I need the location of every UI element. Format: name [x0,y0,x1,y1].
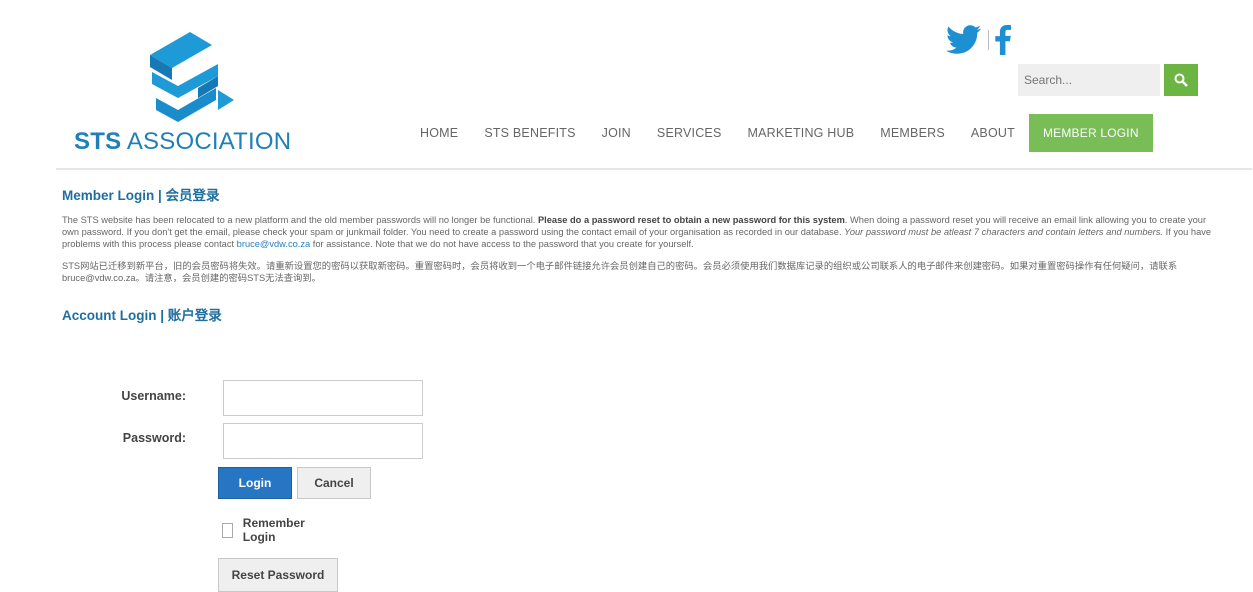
main-nav: HOME STS BENEFITS JOIN SERVICES MARKETIN… [420,114,1153,152]
remember-login-label: Remember Login [242,516,305,544]
member-login-title: Member Login | 会员登录 [62,188,220,203]
relocation-notice: The STS website has been relocated to a … [62,215,1212,249]
account-login-title: Account Login | 账户登录 [62,308,222,323]
username-label: Username: [121,389,186,403]
reset-password-button[interactable]: Reset Password [218,558,338,592]
nav-member-login-button[interactable]: MEMBER LOGIN [1028,114,1153,152]
nav-marketing-hub[interactable]: MARKETING HUB [748,126,855,140]
password-field[interactable] [223,423,423,459]
twitter-icon[interactable] [946,25,982,55]
relocation-notice-chinese: STS网站已迁移到新平台，旧的会员密码将失效。请重新设置您的密码以获取新密码。重… [62,261,1178,283]
nav-about[interactable]: ABOUT [971,126,1015,140]
login-button[interactable]: Login [218,467,292,499]
site-header: STS ASSOCIATION HOME STS BENEFITS JOIN S… [56,0,1252,170]
nav-services[interactable]: SERVICES [657,126,722,140]
remember-login[interactable]: Remember Login [222,516,309,544]
username-field[interactable] [223,380,423,416]
password-label: Password: [122,431,186,445]
facebook-icon[interactable] [995,25,1011,55]
social-divider [988,30,989,50]
search-icon [1174,73,1188,87]
main-content: Member Login | 会员登录 The STS website has … [62,178,1212,324]
sts-logo-icon [150,32,234,122]
search-box [1018,64,1198,96]
cancel-button[interactable]: Cancel [297,467,371,499]
search-input[interactable] [1018,64,1160,96]
search-button[interactable] [1164,64,1198,96]
remember-login-checkbox[interactable] [222,522,233,538]
nav-sts-benefits[interactable]: STS BENEFITS [484,126,575,140]
nav-members[interactable]: MEMBERS [880,126,945,140]
nav-home[interactable]: HOME [420,126,458,140]
contact-email-link[interactable]: bruce@vdw.co.za [237,239,311,249]
brand-name: STS ASSOCIATION [74,128,292,155]
site-logo[interactable]: STS ASSOCIATION [70,24,292,164]
nav-join[interactable]: JOIN [602,126,631,140]
social-links [946,20,1011,60]
